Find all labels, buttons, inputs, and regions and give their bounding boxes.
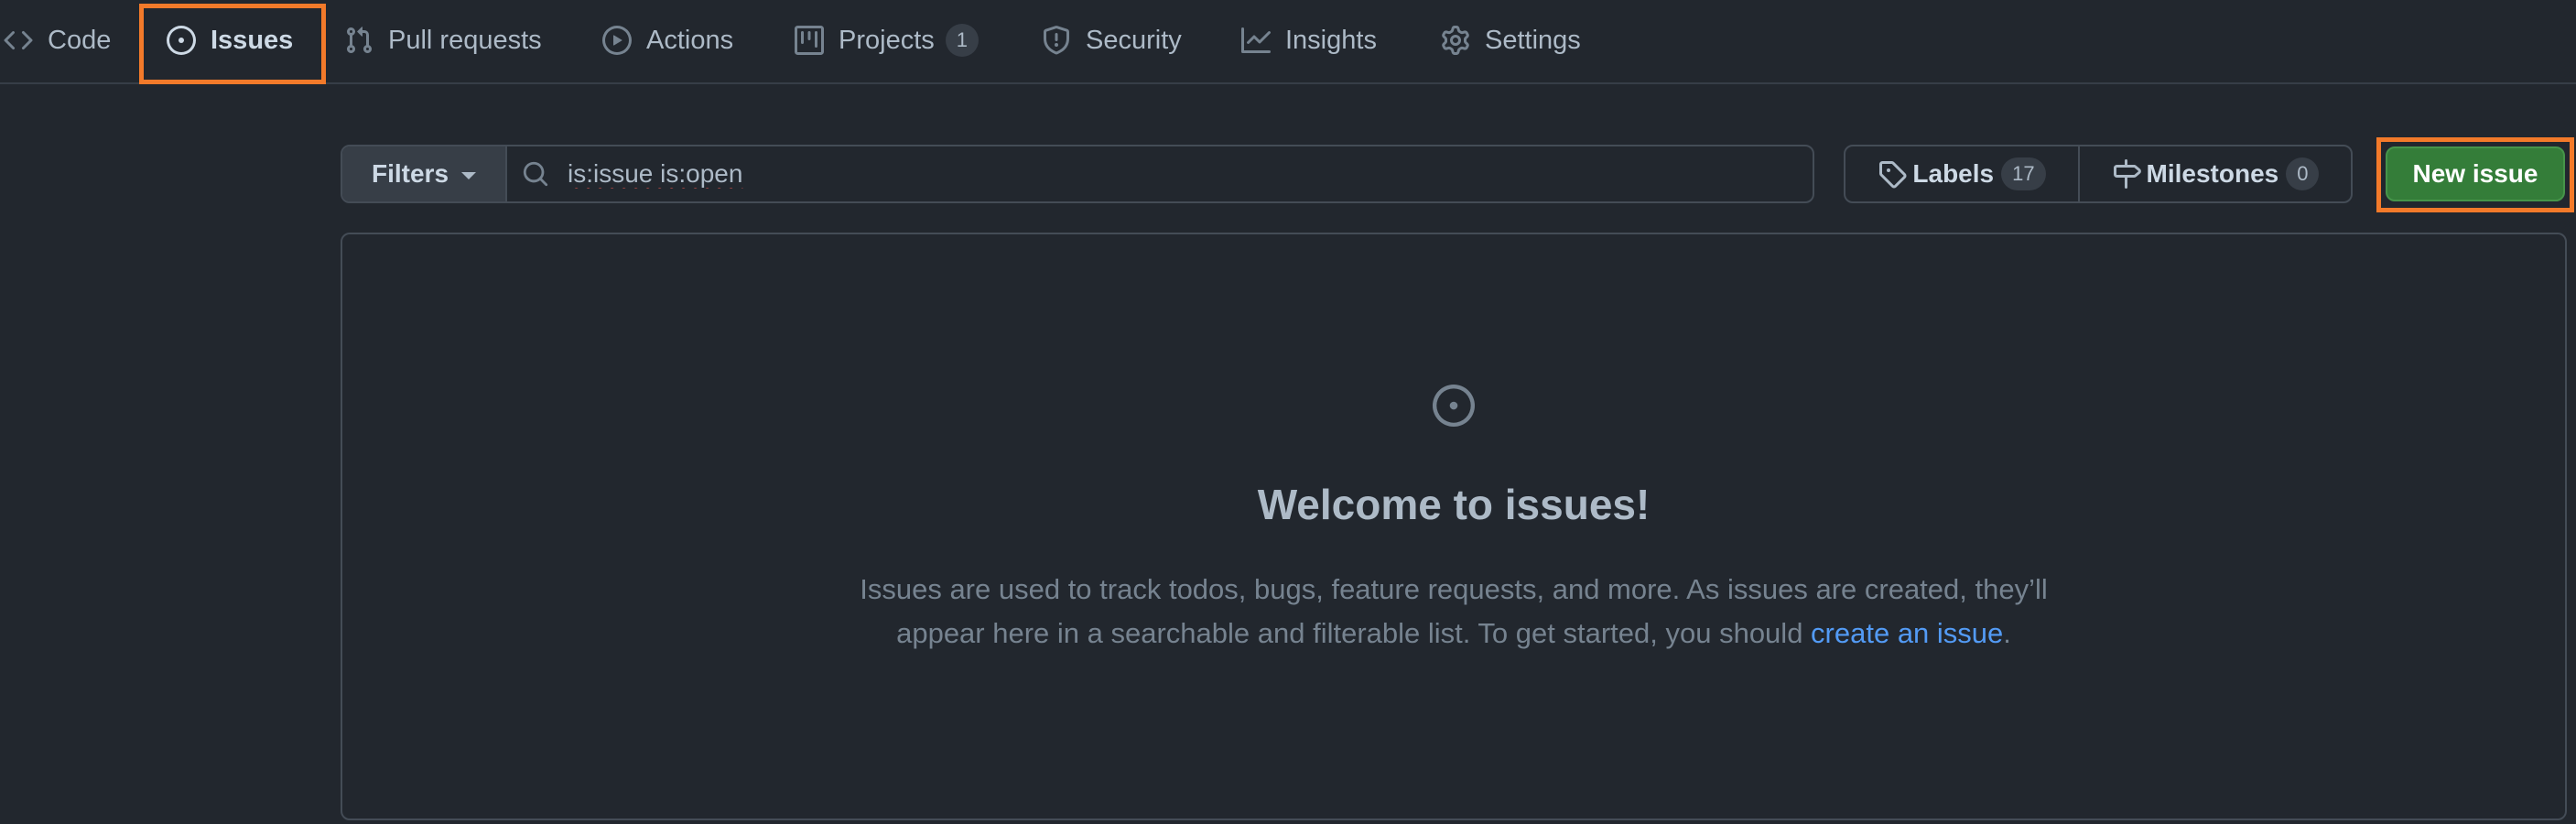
- tab-label: Pull requests: [388, 25, 542, 55]
- active-tab-underline: [170, 81, 290, 84]
- caret-down-icon: [461, 172, 477, 179]
- tab-pull-requests[interactable]: Pull requests: [344, 0, 542, 81]
- tag-icon: [1879, 161, 1907, 189]
- blankslate-title: Welcome to issues!: [1257, 481, 1651, 528]
- gear-icon: [1441, 26, 1470, 55]
- tab-code[interactable]: Code: [4, 0, 111, 81]
- labels-count-badge: 17: [2001, 157, 2046, 190]
- tab-insights[interactable]: Insights: [1241, 0, 1377, 81]
- milestones-label: Milestones: [2146, 159, 2279, 188]
- issue-opened-icon: [167, 26, 196, 55]
- blankslate-line-2-text: appear here in a searchable and filterab…: [896, 617, 1812, 649]
- labels-button[interactable]: Labels 17: [1845, 146, 2080, 201]
- blankslate-line-2-suffix: .: [2003, 617, 2011, 649]
- create-issue-link[interactable]: create an issue: [1811, 617, 2003, 649]
- shield-icon: [1042, 26, 1071, 55]
- milestone-icon: [2113, 159, 2141, 189]
- tab-label: Actions: [646, 25, 734, 55]
- play-icon: [602, 26, 632, 55]
- tab-label: Code: [48, 25, 112, 55]
- repo-tab-nav: Code Issues Pull requests Actions Projec…: [0, 0, 2576, 84]
- labels-milestones-group: Labels 17 Milestones 0: [1844, 145, 2353, 203]
- graph-icon: [1241, 26, 1271, 55]
- tab-projects[interactable]: Projects 1: [795, 0, 980, 81]
- tab-security[interactable]: Security: [1042, 0, 1182, 81]
- table-icon: [795, 26, 824, 55]
- issue-opened-icon: [1433, 385, 1475, 427]
- filters-dropdown-button[interactable]: Filters: [342, 146, 507, 201]
- tab-label: Security: [1086, 25, 1182, 55]
- tab-actions[interactable]: Actions: [602, 0, 733, 81]
- milestones-count-badge: 0: [2286, 157, 2320, 190]
- blankslate-line-2: appear here in a searchable and filterab…: [342, 612, 2565, 656]
- blankslate-description: Issues are used to track todos, bugs, fe…: [342, 568, 2565, 656]
- blankslate-line-1: Issues are used to track todos, bugs, fe…: [860, 573, 2048, 605]
- tab-issues[interactable]: Issues: [167, 0, 294, 84]
- tab-settings[interactable]: Settings: [1441, 0, 1581, 81]
- tab-label: Projects: [839, 25, 935, 55]
- new-issue-button[interactable]: New issue: [2386, 146, 2565, 201]
- git-pull-request-icon: [344, 26, 373, 55]
- issue-search: [507, 146, 1813, 201]
- tab-label: Issues: [211, 25, 294, 55]
- tab-label: Settings: [1485, 25, 1581, 55]
- issues-blankslate: Welcome to issues! Issues are used to tr…: [341, 233, 2567, 820]
- labels-label: Labels: [1912, 159, 1995, 188]
- milestones-button[interactable]: Milestones 0: [2080, 146, 2351, 201]
- tab-label: Insights: [1285, 25, 1377, 55]
- filter-search-group: Filters: [341, 145, 1814, 203]
- search-icon: [523, 161, 548, 187]
- issue-search-input[interactable]: [566, 158, 1813, 190]
- code-icon: [4, 26, 33, 55]
- projects-count-badge: 1: [945, 24, 980, 57]
- filters-label: Filters: [371, 159, 449, 188]
